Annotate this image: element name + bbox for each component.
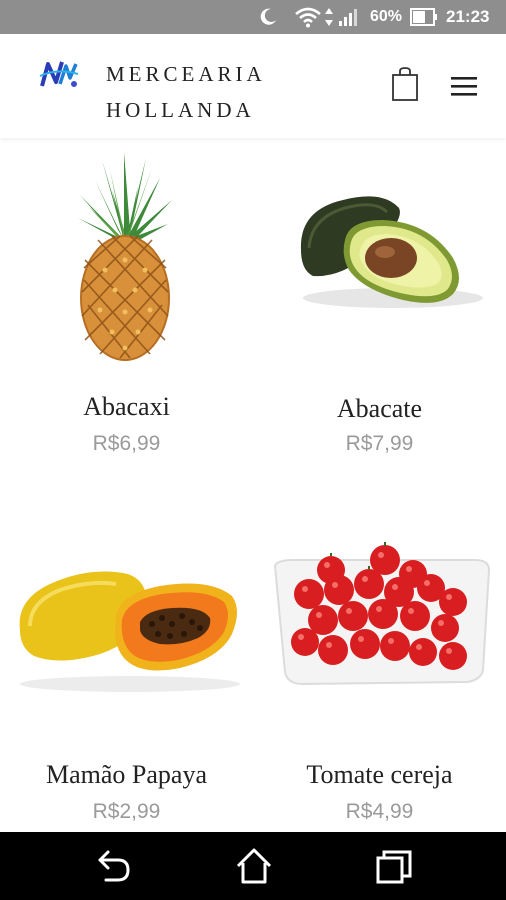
product-price: R$6,99	[92, 432, 161, 455]
hamburger-menu-icon[interactable]	[450, 74, 478, 98]
status-bar: 60% 21:23	[0, 0, 506, 34]
product-price: R$2,99	[92, 800, 161, 823]
logo-icon[interactable]	[38, 58, 80, 92]
product-card-tomate-cereja[interactable]: Tomate cereja R$4,99	[253, 540, 506, 832]
recent-apps-icon[interactable]	[372, 846, 416, 886]
product-card-abacaxi[interactable]: Abacaxi R$6,99	[0, 140, 253, 470]
battery-icon	[410, 0, 440, 34]
shopping-bag-icon[interactable]	[390, 66, 420, 102]
back-icon[interactable]	[92, 846, 136, 886]
product-price: R$4,99	[345, 800, 414, 823]
papaya-image[interactable]	[0, 540, 253, 710]
product-card-abacate[interactable]: Abacate R$7,99	[253, 140, 506, 470]
brand-name[interactable]: MERCEARIA HOLLANDA	[106, 56, 266, 128]
cherry-tomatoes-image[interactable]	[253, 540, 506, 710]
product-name[interactable]: Abacate	[253, 394, 506, 424]
home-icon[interactable]	[232, 846, 276, 886]
moon-icon	[258, 0, 282, 34]
product-name[interactable]: Abacaxi	[0, 392, 253, 422]
pineapple-image[interactable]	[0, 140, 253, 370]
brand-line-2: HOLLANDA	[106, 98, 255, 122]
signal-icon	[338, 0, 362, 34]
product-price: R$7,99	[345, 432, 414, 455]
wifi-icon	[294, 0, 324, 34]
navigation-bar	[0, 832, 506, 900]
battery-percent: 60%	[370, 8, 403, 25]
data-arrows-icon	[324, 0, 336, 34]
app-header: MERCEARIA HOLLANDA	[0, 34, 506, 138]
product-card-mamao-papaya[interactable]: Mamão Papaya R$2,99	[0, 540, 253, 832]
avocado-image[interactable]	[253, 140, 506, 370]
product-name[interactable]: Tomate cereja	[253, 760, 506, 790]
brand-line-1: MERCEARIA	[106, 62, 266, 86]
product-name[interactable]: Mamão Papaya	[0, 760, 253, 790]
clock-time: 21:23	[446, 7, 490, 26]
